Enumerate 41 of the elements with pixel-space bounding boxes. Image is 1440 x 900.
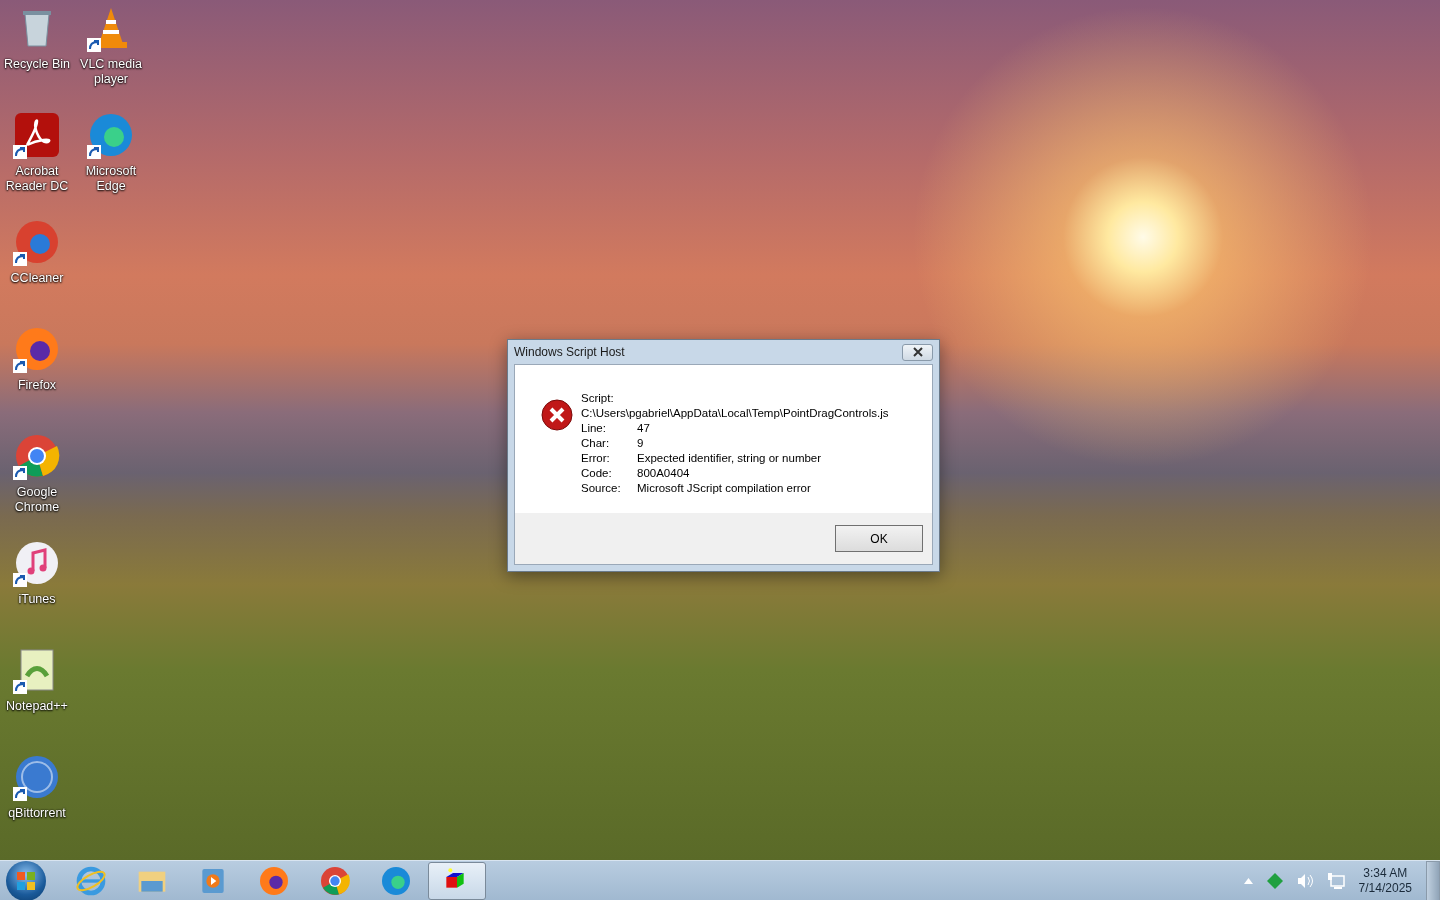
- shortcut-icon[interactable]: [13, 218, 61, 266]
- field-value: Expected identifier, string or number: [637, 451, 822, 466]
- field-label: Source:: [581, 481, 622, 496]
- ok-button[interactable]: OK: [835, 525, 923, 552]
- window-title: Windows Script Host: [514, 345, 625, 359]
- field-value: 47: [637, 421, 650, 436]
- field-value: 9: [637, 436, 644, 451]
- shortcut-icon[interactable]: [13, 539, 61, 587]
- field-label: Char:: [581, 436, 611, 451]
- icon-label[interactable]: Firefox: [1, 378, 73, 393]
- shortcut-icon[interactable]: [13, 753, 61, 801]
- icon-label[interactable]: VLC media player: [75, 57, 147, 87]
- shortcut-icon[interactable]: [87, 111, 135, 159]
- script-label: Script:: [581, 391, 615, 406]
- taskbar-app-button[interactable]: [428, 862, 486, 900]
- script-path: C:\Users\pgabriel\AppData\Local\Temp\PointDragControls.js: [581, 406, 889, 421]
- icon-label[interactable]: Microsoft Edge: [75, 164, 147, 194]
- field-label: Line:: [581, 421, 607, 436]
- windows-logo-icon[interactable]: [16, 871, 36, 891]
- field-value: Microsoft JScript compilation error: [637, 481, 811, 496]
- field-value: 800A0404: [637, 466, 690, 481]
- field-label: Error:: [581, 451, 611, 466]
- icon-label[interactable]: Acrobat Reader DC: [1, 164, 73, 194]
- shortcut-icon[interactable]: [13, 111, 61, 159]
- volume-icon[interactable]: [1296, 873, 1313, 889]
- diamond-icon[interactable]: [1266, 873, 1283, 889]
- shortcut-icon[interactable]: [13, 325, 61, 373]
- network-icon[interactable]: [1326, 873, 1345, 889]
- start-button[interactable]: [6, 861, 46, 900]
- error-icon: [541, 399, 573, 431]
- clock[interactable]: 3:34 AM 7/14/2025: [1358, 866, 1412, 896]
- icon-label[interactable]: Notepad++: [1, 699, 73, 714]
- close-button[interactable]: [902, 343, 933, 361]
- field-label: Code:: [581, 466, 613, 481]
- icon-label[interactable]: CCleaner: [1, 271, 73, 286]
- icon-label[interactable]: qBittorrent: [1, 806, 73, 821]
- icon-label[interactable]: Google Chrome: [1, 485, 73, 515]
- icon-label[interactable]: iTunes: [1, 592, 73, 607]
- icon-label[interactable]: Recycle Bin: [1, 57, 73, 72]
- close-icon[interactable]: [911, 347, 924, 357]
- shortcut-icon[interactable]: [13, 432, 61, 480]
